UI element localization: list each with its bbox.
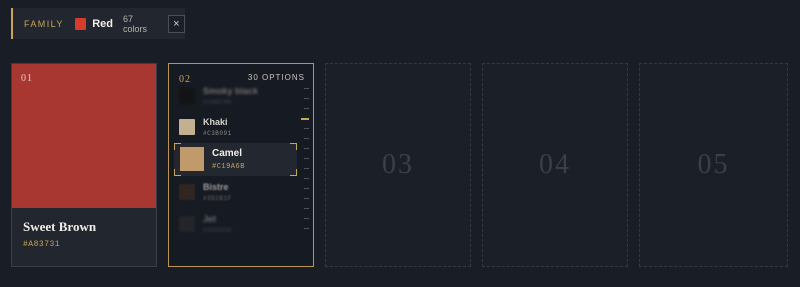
ruler-tick xyxy=(304,228,309,229)
ruler-tick xyxy=(304,138,309,139)
slot-number: 01 xyxy=(21,73,33,84)
option-swatch xyxy=(179,184,195,200)
slot-number: 02 xyxy=(179,74,191,85)
selection-bracket xyxy=(290,169,297,176)
palette-slot-02-picker[interactable]: 02 30 OPTIONS Smoky black #100C08 Khaki … xyxy=(168,63,314,267)
ruler-tick xyxy=(304,148,309,149)
close-icon[interactable]: × xyxy=(167,14,185,33)
color-swatch xyxy=(12,64,156,208)
ruler-tick xyxy=(304,168,309,169)
option-hex: #3D2B1F xyxy=(203,195,232,202)
options-count: 30 OPTIONS xyxy=(247,73,305,82)
option-name: Khaki xyxy=(203,117,228,127)
option-swatch xyxy=(179,216,195,232)
option-hex: #C19A6B xyxy=(212,163,245,171)
slot-number: 04 xyxy=(539,149,571,180)
slot-number: 05 xyxy=(697,149,730,180)
palette-slot-04-empty[interactable]: 04 xyxy=(482,63,628,267)
ruler-tick-major xyxy=(301,118,309,120)
ruler-tick xyxy=(304,108,309,109)
color-option[interactable]: Jet #343434 xyxy=(179,214,232,234)
family-swatch xyxy=(74,17,87,30)
family-filter-chip: FAMILY Red 67 colors × xyxy=(11,8,185,39)
ruler-tick xyxy=(304,88,309,89)
option-swatch xyxy=(180,147,204,171)
ruler-tick xyxy=(304,98,309,99)
ruler-tick xyxy=(304,128,309,129)
palette-slot-03-empty[interactable]: 03 xyxy=(325,63,471,267)
option-hex: #C3B091 xyxy=(203,130,232,137)
color-option-selected[interactable]: Camel #C19A6B xyxy=(174,143,297,176)
ruler-tick xyxy=(304,158,309,159)
option-swatch xyxy=(179,88,195,104)
color-option[interactable]: Khaki #C3B091 xyxy=(179,117,232,137)
option-name: Jet xyxy=(203,214,217,224)
ruler-tick xyxy=(304,188,309,189)
scroll-ruler[interactable] xyxy=(301,88,309,238)
family-name: Red xyxy=(92,17,113,30)
family-color-count: 67 colors xyxy=(122,13,147,34)
option-name: Smoky black xyxy=(203,86,259,96)
option-name: Camel xyxy=(212,148,243,159)
ruler-tick xyxy=(304,218,309,219)
color-option[interactable]: Bistre #3D2B1F xyxy=(179,182,232,202)
color-name: Sweet Brown xyxy=(23,219,97,234)
palette-slot-01[interactable]: 01 Sweet Brown #A83731 xyxy=(11,63,157,267)
ruler-tick xyxy=(304,178,309,179)
option-hex: #100C08 xyxy=(203,99,232,106)
slot-number: 03 xyxy=(382,149,414,180)
ruler-tick xyxy=(304,208,309,209)
option-hex: #343434 xyxy=(203,227,232,234)
color-option[interactable]: Smoky black #100C08 xyxy=(179,86,258,106)
family-label: FAMILY xyxy=(24,18,64,29)
option-name: Bistre xyxy=(203,182,229,192)
ruler-tick xyxy=(304,198,309,199)
selection-bracket xyxy=(290,143,297,150)
color-hex: #A83731 xyxy=(23,240,61,249)
option-swatch xyxy=(179,119,195,135)
palette-slot-05-empty[interactable]: 05 xyxy=(639,63,788,267)
